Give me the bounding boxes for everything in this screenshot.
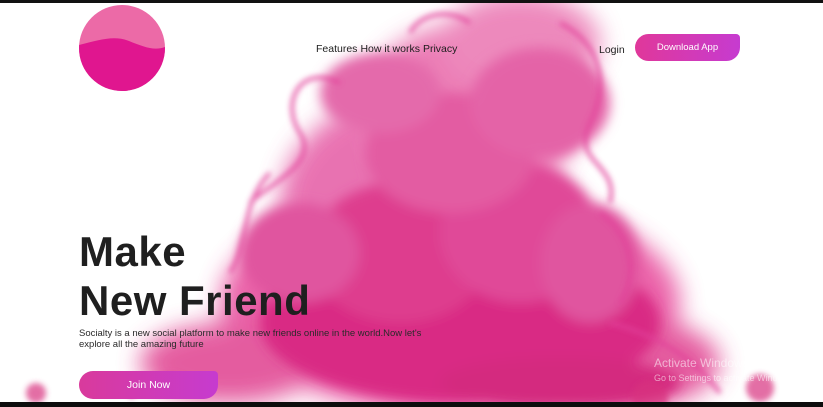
- logo-icon[interactable]: [79, 5, 165, 91]
- hero-headline-line1: Make: [79, 228, 187, 275]
- login-link[interactable]: Login: [599, 44, 625, 56]
- watermark-subtitle: Go to Settings to activate Windows.: [654, 373, 797, 383]
- main-nav: Features How it works Privacy: [316, 43, 457, 55]
- landing-page: Features How it works Privacy Login Down…: [0, 3, 823, 402]
- join-now-button[interactable]: Join Now: [79, 371, 218, 399]
- activate-windows-watermark: Activate Windows Go to Settings to activ…: [654, 356, 796, 384]
- hero-headline-line2: New Friend: [79, 277, 311, 324]
- watermark-title: Activate Windows: [654, 356, 749, 370]
- hero-tagline: Socialty is a new social platform to mak…: [79, 328, 422, 350]
- hero-headline: Make New Friend: [79, 227, 310, 325]
- nav-link-how-it-works[interactable]: How it works: [360, 43, 420, 55]
- nav-link-features[interactable]: Features: [316, 43, 357, 55]
- window-bottom-edge: [0, 402, 823, 407]
- logo-shape: [79, 5, 165, 91]
- download-app-button[interactable]: Download App: [635, 34, 740, 61]
- nav-link-privacy[interactable]: Privacy: [423, 43, 457, 55]
